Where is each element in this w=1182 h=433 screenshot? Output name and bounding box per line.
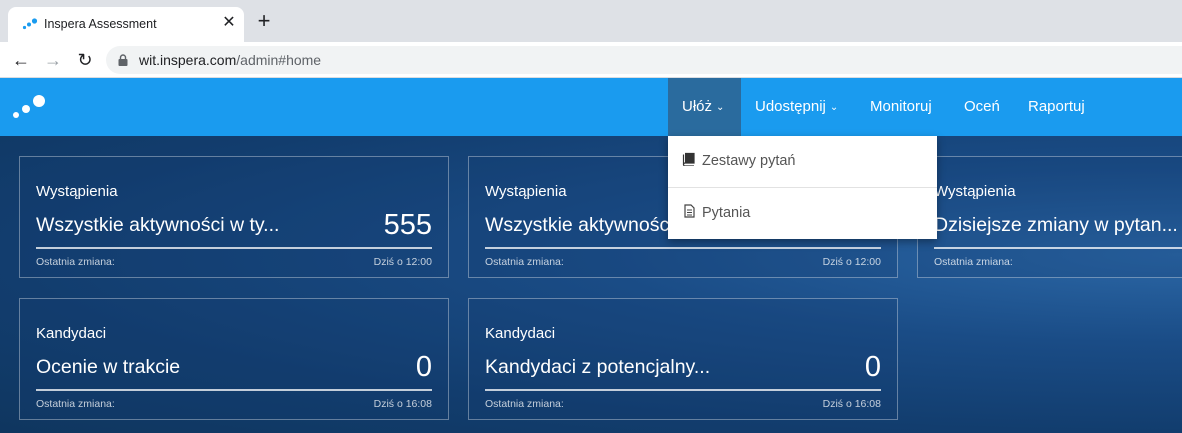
card-divider — [36, 389, 432, 391]
address-bar[interactable]: wit.inspera.com/admin#home — [106, 46, 1182, 74]
dropdown-item-label: Zestawy pytań — [702, 153, 796, 169]
browser-tab[interactable]: Inspera Assessment ✕ — [8, 7, 244, 42]
card-footer-time: Dziś o 16:08 — [373, 398, 432, 410]
menu-item-grade[interactable]: Oceń — [950, 78, 1014, 136]
card-footer-label: Ostatnia zmiana: — [934, 256, 1013, 268]
close-tab-icon[interactable]: ✕ — [220, 13, 238, 33]
card-value: 555 — [383, 209, 432, 241]
card-divider — [36, 247, 432, 249]
book-icon — [682, 152, 695, 166]
card-category: Wystąpienia — [36, 183, 118, 200]
dashboard-card[interactable]: Kandydaci Kandydaci z potencjalny... 0 O… — [468, 298, 898, 420]
card-footer-label: Ostatnia zmiana: — [485, 256, 564, 268]
dashboard-card[interactable]: Wystąpienia Wszystkie aktywności w ty...… — [19, 156, 449, 278]
card-footer-label: Ostatnia zmiana: — [36, 256, 115, 268]
dashboard-card[interactable]: Wystąpienia Dzisiejsze zmiany w pytan...… — [917, 156, 1182, 278]
forward-button[interactable]: → — [41, 48, 65, 72]
card-value: 0 — [415, 351, 432, 383]
app-header: Ułóż ⌄ Udostępnij ⌄ Monitoruj Oceń Raportu… — [0, 78, 1182, 136]
dropdown-item-questions[interactable]: Pytania — [668, 188, 937, 239]
new-tab-button[interactable]: + — [254, 10, 274, 32]
card-divider — [485, 247, 881, 249]
chevron-down-icon: ⌄ — [829, 102, 839, 113]
inspera-logo-icon[interactable] — [12, 94, 48, 120]
compose-dropdown-menu: Zestawy pytań Pytania — [668, 136, 937, 239]
menu-item-share[interactable]: Udostępnij ⌄ — [741, 78, 852, 136]
dropdown-item-question-sets[interactable]: Zestawy pytań — [668, 136, 937, 187]
dashboard-card[interactable]: Kandydaci Ocenie w trakcie 0 Ostatnia zm… — [19, 298, 449, 420]
card-title: Wszystkie aktywności — [485, 214, 674, 236]
inspera-favicon-icon — [22, 18, 38, 30]
card-footer-time: Dziś o 12:00 — [822, 256, 881, 268]
card-title: Kandydaci z potencjalny... — [485, 356, 711, 378]
document-icon — [684, 204, 695, 218]
card-title: Wszystkie aktywności w ty... — [36, 214, 280, 236]
reload-button[interactable]: ↻ — [73, 48, 97, 72]
url-host: wit.inspera.com — [139, 52, 237, 68]
chevron-down-icon: ⌄ — [716, 102, 725, 113]
card-category: Wystąpienia — [934, 183, 1016, 200]
card-category: Wystąpienia — [485, 183, 567, 200]
menu-item-compose[interactable]: Ułóż ⌄ — [668, 78, 741, 136]
card-title: Dzisiejsze zmiany w pytan... — [934, 214, 1178, 236]
card-footer-time: Dziś o 12:00 — [373, 256, 432, 268]
card-footer-time: Dziś o 16:08 — [822, 398, 881, 410]
browser-tabstrip: Inspera Assessment ✕ + — [0, 0, 1182, 42]
menu-label: Raportuj — [1028, 98, 1085, 115]
menu-label: Oceń — [964, 98, 1000, 115]
card-divider — [485, 389, 881, 391]
card-divider — [934, 247, 1182, 249]
lock-icon — [118, 54, 128, 66]
card-category: Kandydaci — [36, 325, 107, 342]
card-footer-label: Ostatnia zmiana: — [485, 398, 564, 410]
dropdown-item-label: Pytania — [702, 205, 751, 221]
menu-label: Udostępnij — [755, 98, 826, 115]
url-path: /admin#home — [236, 52, 322, 68]
card-footer-label: Ostatnia zmiana: — [36, 398, 115, 410]
card-category: Kandydaci — [485, 325, 556, 342]
card-title: Ocenie w trakcie — [36, 356, 181, 378]
back-button[interactable]: ← — [9, 48, 33, 72]
browser-toolbar: ← → ↻ wit.inspera.com/admin#home — [0, 42, 1182, 78]
url-text: wit.inspera.com/admin#home — [139, 52, 321, 68]
menu-item-monitor[interactable]: Monitoruj — [856, 78, 946, 136]
menu-item-report[interactable]: Raportuj — [1014, 78, 1099, 136]
menu-label: Ułóż — [682, 98, 713, 115]
menu-label: Monitoruj — [870, 98, 932, 115]
card-value: 0 — [864, 351, 881, 383]
tab-title: Inspera Assessment — [44, 17, 157, 31]
